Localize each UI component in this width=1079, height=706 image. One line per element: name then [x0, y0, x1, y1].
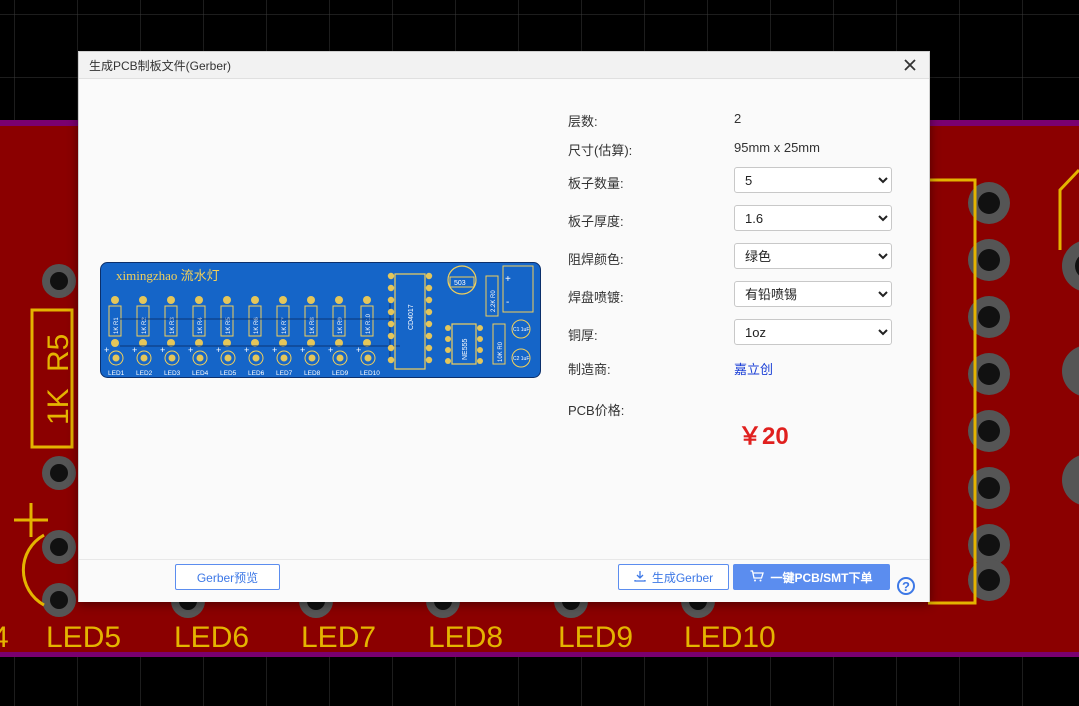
cart-icon — [750, 569, 765, 585]
preview-led-label: LED1 — [108, 370, 125, 377]
size-label: 尺寸(估算): — [568, 143, 633, 158]
generate-gerber-button[interactable]: 生成Gerber — [618, 564, 729, 590]
manufacturer-label: 制造商: — [568, 362, 611, 377]
close-icon[interactable] — [899, 54, 921, 76]
preview-led-label: LED7 — [276, 370, 293, 377]
svg-text:1K: 1K — [42, 388, 75, 425]
svg-text:C1 1uF: C1 1uF — [513, 327, 529, 333]
svg-text:+: + — [505, 274, 511, 285]
preview-led-label: LED10 — [360, 370, 380, 377]
price-label: PCB价格: — [568, 403, 625, 418]
svg-text:4: 4 — [0, 621, 9, 654]
layers-value: 2 — [734, 111, 742, 126]
thickness-label: 板子厚度: — [568, 214, 624, 229]
copper-label: 铜厚: — [568, 328, 598, 343]
dialog-title: 生成PCB制板文件(Gerber) — [89, 59, 232, 73]
help-icon[interactable]: ? — [897, 577, 915, 595]
svg-text:-: - — [506, 297, 509, 308]
svg-text:LED9: LED9 — [558, 621, 633, 654]
copper-select[interactable]: 1oz — [734, 319, 892, 345]
thickness-select[interactable]: 1.6 — [734, 205, 892, 231]
dialog-titlebar[interactable]: 生成PCB制板文件(Gerber) — [79, 52, 929, 79]
download-icon — [634, 570, 646, 585]
order-pcb-smt-button[interactable]: 一键PCB/SMT下单 — [733, 564, 890, 590]
size-value: 95mm x 25mm — [734, 140, 820, 155]
layers-label: 层数: — [568, 114, 598, 129]
board-title: ximingzhao 流水灯 — [116, 268, 220, 283]
svg-text:CD4017: CD4017 — [408, 304, 415, 330]
svg-text:2.2K R0: 2.2K R0 — [491, 290, 497, 312]
preview-led-label: LED2 — [136, 370, 153, 377]
surface-finish-select[interactable]: 有铅喷锡 — [734, 281, 892, 307]
preview-led-label: LED6 — [248, 370, 265, 377]
dialog-body: ximingzhao 流水灯 1K R1 1K R2 1K R3 1K R4 1K R5… — [79, 79, 929, 559]
svg-text:LED7: LED7 — [301, 621, 376, 654]
gerber-dialog: 生成PCB制板文件(Gerber) ximingzhao 流水灯 1K R1 1K… — [78, 51, 930, 602]
gerber-preview-button[interactable]: Gerber预览 — [175, 564, 280, 590]
pcb-preview-image: ximingzhao 流水灯 1K R1 1K R2 1K R3 1K R4 1K R5… — [100, 262, 541, 378]
price-value: ￥20 — [738, 423, 789, 450]
qty-select[interactable]: 5 — [734, 167, 892, 193]
dialog-footer: Gerber预览 生成Gerber 一键PCB/SMT下单 ? — [79, 559, 929, 602]
svg-text:LED8: LED8 — [428, 621, 503, 654]
qty-label: 板子数量: — [568, 176, 624, 191]
manufacturer-link[interactable]: 嘉立创 — [734, 359, 773, 378]
surface-finish-label: 焊盘喷镀: — [568, 290, 624, 305]
solder-mask-label: 阻焊颜色: — [568, 252, 624, 267]
svg-text:LED5: LED5 — [46, 621, 121, 654]
svg-text:NE555: NE555 — [462, 338, 469, 360]
preview-led-label: LED9 — [332, 370, 349, 377]
svg-text:LED6: LED6 — [174, 621, 249, 654]
solder-mask-select[interactable]: 绿色 — [734, 243, 892, 269]
preview-led-label: LED4 — [192, 370, 209, 377]
svg-text:C2 1uF: C2 1uF — [513, 356, 529, 362]
preview-resistor-label: 1K R1 — [114, 317, 120, 334]
preview-resistor-label: 1K R10 — [366, 313, 372, 334]
preview-led-label: LED3 — [164, 370, 181, 377]
svg-text:10K R0: 10K R0 — [498, 341, 504, 362]
svg-text:LED10: LED10 — [684, 621, 776, 654]
svg-text:503: 503 — [454, 280, 466, 287]
preview-led-label: LED5 — [220, 370, 237, 377]
svg-text:+: + — [104, 345, 109, 355]
svg-text:R5: R5 — [42, 334, 75, 372]
preview-led-label: LED8 — [304, 370, 321, 377]
